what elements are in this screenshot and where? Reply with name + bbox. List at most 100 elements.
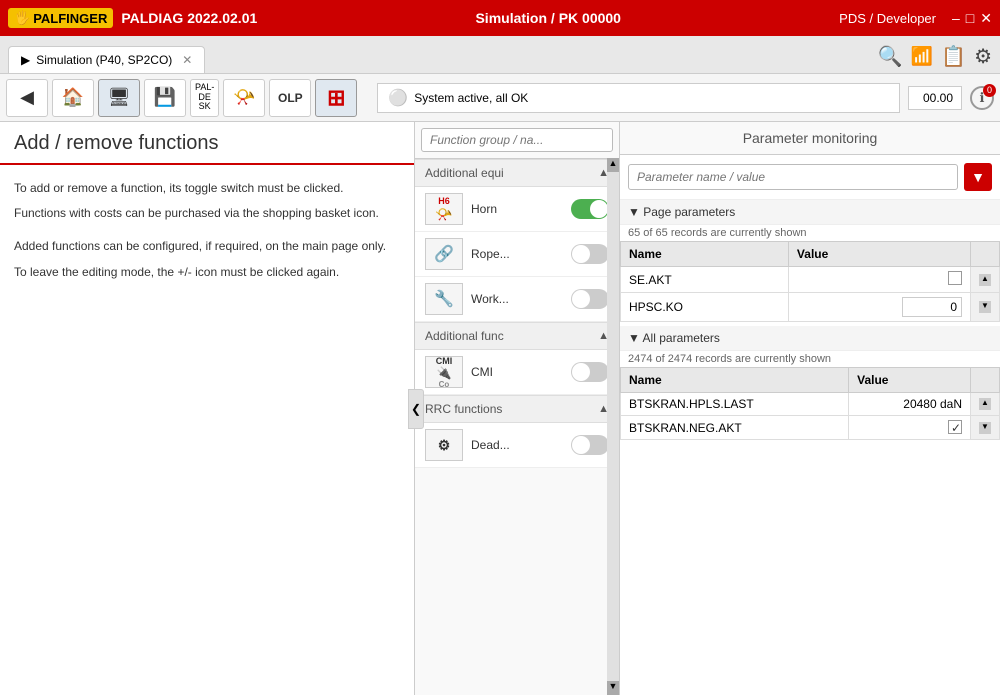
group-rrc-header[interactable]: RRC functions ▲ bbox=[415, 395, 619, 423]
add-remove-icon: ⊞ bbox=[327, 85, 345, 111]
copy-icon[interactable]: 📋 bbox=[941, 44, 966, 69]
collapse-icon: ❮ bbox=[411, 402, 421, 416]
all-params-section-header: ▼ All parameters bbox=[620, 326, 1000, 351]
collapse-button[interactable]: ❮ bbox=[408, 389, 424, 429]
scroll-spacer bbox=[971, 242, 1000, 267]
dead-func-icon: ⚙ bbox=[425, 429, 463, 461]
btskran-neg-akt-value bbox=[849, 416, 971, 440]
row-scroll-up[interactable]: ▲ bbox=[979, 274, 991, 286]
page-params-name-col: Name bbox=[621, 242, 789, 267]
seakt-checkbox[interactable] bbox=[948, 271, 962, 285]
tabbar: ▶ Simulation (P40, SP2CO) ✕ 🔍 📶 📋 ⚙ bbox=[0, 36, 1000, 74]
cmi-func-icon: CMI 🔌 Co bbox=[425, 356, 463, 388]
search-icon[interactable]: 🔍 bbox=[878, 44, 903, 69]
rope-label: Rope... bbox=[471, 247, 563, 261]
center-title: Simulation / PK 00000 bbox=[475, 10, 621, 26]
back-button[interactable]: ◀ bbox=[6, 79, 48, 117]
save-icon: 💾 bbox=[154, 87, 176, 108]
page-params-count: 65 of 65 records are currently shown bbox=[620, 225, 1000, 241]
left-body-p4: To leave the editing mode, the +/- icon … bbox=[14, 263, 400, 282]
toggle-knob bbox=[572, 436, 590, 454]
btskran-hpls-last-name: BTSKRAN.HPLS.LAST bbox=[621, 393, 849, 416]
group-additional-equi-label: Additional equi bbox=[425, 166, 504, 180]
work-toggle[interactable] bbox=[571, 289, 609, 309]
tab-label: Simulation (P40, SP2CO) bbox=[36, 53, 172, 67]
toggle-knob bbox=[572, 245, 590, 263]
add-remove-button[interactable]: ⊞ bbox=[315, 79, 357, 117]
close-button[interactable]: ✕ bbox=[980, 10, 992, 27]
save-button[interactable]: 💾 bbox=[144, 79, 186, 117]
left-panel: Add / remove functions To add or remove … bbox=[0, 122, 415, 695]
hpscko-value bbox=[788, 293, 970, 322]
left-panel-body: To add or remove a function, its toggle … bbox=[0, 165, 414, 695]
scroll-down-arrow[interactable]: ▼ bbox=[607, 681, 619, 695]
scroll-cell3: ▲ bbox=[971, 393, 1000, 416]
horn-label: Horn bbox=[471, 202, 563, 216]
hpscko-input[interactable] bbox=[902, 297, 962, 317]
scroll-cell4: ▼ bbox=[971, 416, 1000, 440]
all-params-name-col: Name bbox=[621, 368, 849, 393]
work-func-icon: 🔧 bbox=[425, 283, 463, 315]
rope-toggle[interactable] bbox=[571, 244, 609, 264]
cmi-label-top: CMI bbox=[436, 356, 453, 366]
maximize-button[interactable]: □ bbox=[966, 10, 974, 26]
btskran-neg-akt-checkbox[interactable] bbox=[948, 420, 962, 434]
home-button[interactable]: 🏠 bbox=[52, 79, 94, 117]
minimize-button[interactable]: – bbox=[952, 10, 960, 26]
toggle-knob bbox=[572, 363, 590, 381]
param-search-row: ▼ bbox=[620, 155, 1000, 200]
table-row: SE.AKT ▲ bbox=[621, 267, 1000, 293]
middle-scroll-area: Additional equi ▲ H6 📯 Horn 🔗 Rope... bbox=[415, 159, 619, 695]
dead-label: Dead... bbox=[471, 438, 563, 452]
titlebar-center: Simulation / PK 00000 bbox=[475, 10, 621, 26]
seakt-name: SE.AKT bbox=[621, 267, 789, 293]
app-name: PALDIAG 2022.02.01 bbox=[121, 10, 257, 26]
filter-button[interactable]: ▼ bbox=[964, 163, 992, 191]
horn-button[interactable]: 📯 bbox=[223, 79, 265, 117]
status-bar: ⚪ System active, all OK 00.00 ℹ 0 bbox=[377, 83, 994, 113]
group-additional-equi-header[interactable]: Additional equi ▲ bbox=[415, 159, 619, 187]
play-icon: ▶ bbox=[21, 53, 30, 67]
left-panel-title: Add / remove functions bbox=[0, 122, 414, 165]
olp-button[interactable]: OLP bbox=[269, 79, 311, 117]
page-params-value-col: Value bbox=[788, 242, 970, 267]
all-params-value-col: Value bbox=[849, 368, 971, 393]
list-item: ⚙ Dead... bbox=[415, 423, 619, 468]
middle-scrollbar[interactable]: ▲ ▼ bbox=[607, 158, 619, 695]
pal-de-sk-button[interactable]: PAL- DE SK bbox=[190, 79, 219, 117]
group-additional-func-header[interactable]: Additional func ▲ bbox=[415, 322, 619, 350]
status-value: 00.00 bbox=[908, 86, 962, 110]
left-body-p2: Functions with costs can be purchased vi… bbox=[14, 204, 400, 223]
home-icon: 🏠 bbox=[62, 87, 84, 108]
row-scroll-up2[interactable]: ▲ bbox=[979, 398, 991, 410]
horn-func-icon: H6 📯 bbox=[425, 193, 463, 225]
status-indicator: ⚪ bbox=[388, 88, 408, 108]
table-row: BTSKRAN.NEG.AKT ▼ bbox=[621, 416, 1000, 440]
horn-toggle[interactable] bbox=[571, 199, 609, 219]
window-controls: – □ ✕ bbox=[952, 10, 992, 27]
row-scroll-down2[interactable]: ▼ bbox=[979, 422, 991, 434]
logo-text: PALFINGER bbox=[33, 11, 107, 26]
simulation-tab[interactable]: ▶ Simulation (P40, SP2CO) ✕ bbox=[8, 46, 205, 73]
titlebar-logo: 🖐 PALFINGER bbox=[8, 8, 113, 28]
status-label: System active, all OK bbox=[414, 91, 528, 105]
right-panel: Parameter monitoring ▼ ▼ Page parameters… bbox=[620, 122, 1000, 695]
group-additional-func-label: Additional func bbox=[425, 329, 504, 343]
function-group-search-input[interactable] bbox=[421, 128, 613, 152]
toggle-knob bbox=[572, 290, 590, 308]
left-body-p3: Added functions can be configured, if re… bbox=[14, 237, 400, 256]
list-item: H6 📯 Horn bbox=[415, 187, 619, 232]
row-scroll-down[interactable]: ▼ bbox=[979, 301, 991, 313]
settings-icon[interactable]: ⚙ bbox=[974, 44, 992, 69]
info-button[interactable]: ℹ 0 bbox=[970, 86, 994, 110]
scroll-spacer2 bbox=[971, 368, 1000, 393]
wifi-icon[interactable]: 📶 bbox=[911, 46, 933, 67]
h6-label: H6 bbox=[438, 196, 450, 206]
scroll-up-arrow[interactable]: ▲ bbox=[607, 158, 619, 172]
param-search-input[interactable] bbox=[628, 164, 958, 190]
parameter-monitoring-title: Parameter monitoring bbox=[620, 122, 1000, 155]
cmi-toggle[interactable] bbox=[571, 362, 609, 382]
dead-toggle[interactable] bbox=[571, 435, 609, 455]
monitor-button[interactable]: 🖥 bbox=[98, 79, 140, 117]
tab-close-button[interactable]: ✕ bbox=[182, 53, 192, 67]
